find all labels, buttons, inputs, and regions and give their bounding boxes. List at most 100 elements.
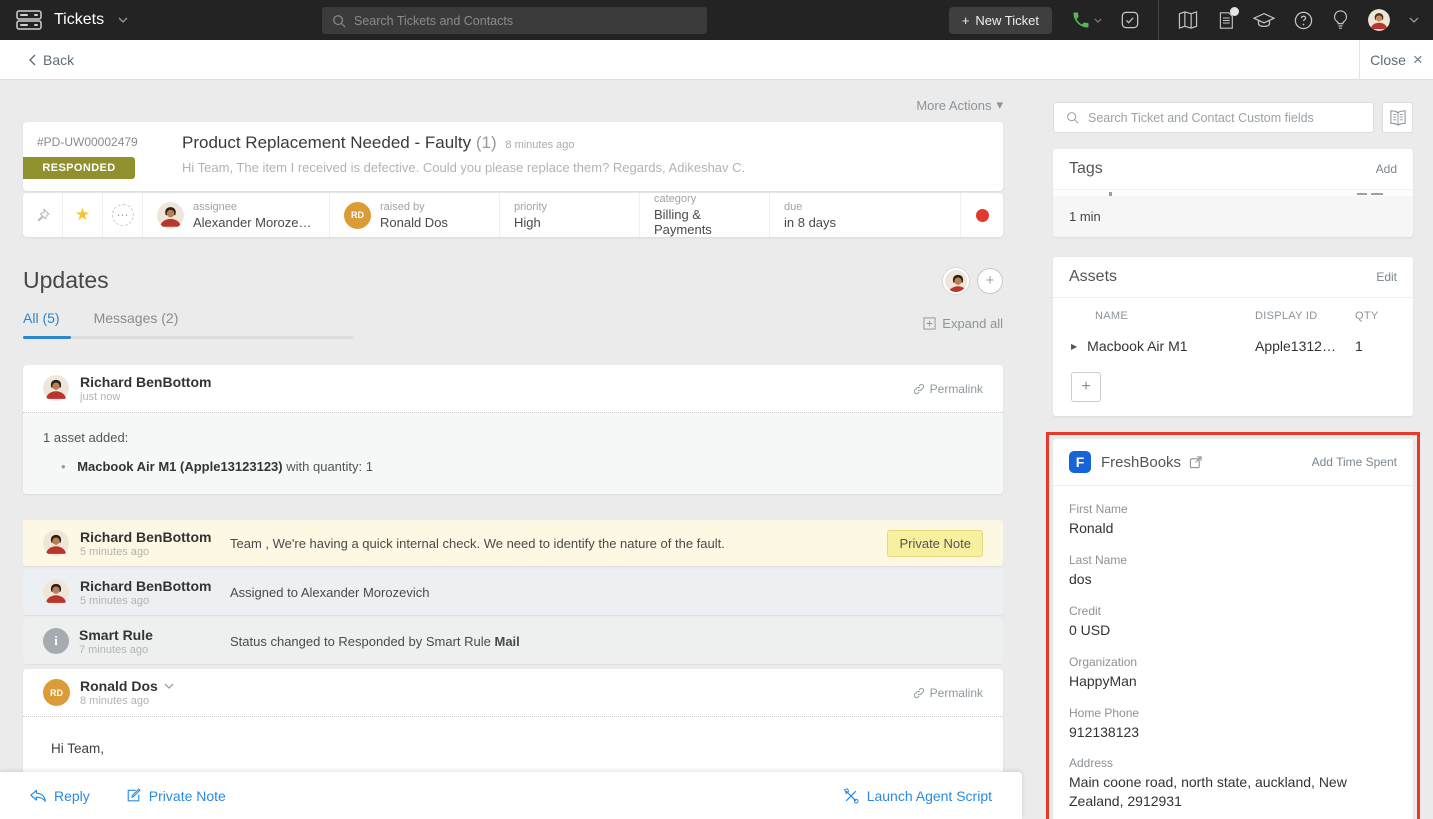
meta-more-button[interactable]: ⋯	[103, 193, 143, 237]
app-logo-icon[interactable]	[16, 10, 42, 30]
whats-new-icon[interactable]	[1217, 11, 1234, 30]
phone-icon[interactable]	[1071, 10, 1091, 30]
private-note-badge: Private Note	[887, 530, 983, 557]
link-icon	[913, 383, 925, 395]
field-home-phone: Home Phone 912138123	[1069, 706, 1397, 742]
field-last-name: Last Name dos	[1069, 553, 1397, 589]
freshbooks-logo: F	[1069, 451, 1091, 473]
sla-indicator	[961, 193, 1003, 237]
updates-heading: Updates	[23, 267, 109, 294]
ticket-summary-card: #PD-UW00002479 RESPONDED Product Replace…	[23, 122, 1003, 191]
asset-added-line: 1 asset added:	[43, 430, 983, 445]
assignee-field[interactable]: assignee Alexander Moroze…	[143, 193, 330, 237]
tags-card: Tags Add	[1053, 149, 1413, 196]
field-address: Address Main coone road, north state, au…	[1069, 756, 1397, 811]
ticket-sidebar: Tags Add 1 min Assets Edit NAME DISPLAY …	[1033, 80, 1433, 819]
raised-by-field[interactable]: RD raised by Ronald Dos	[330, 193, 500, 237]
assets-title: Assets	[1069, 268, 1117, 286]
asset-row[interactable]: ▶ Macbook Air M1 Apple1312… 1	[1053, 330, 1413, 362]
assigned-text: Assigned to Alexander Morozevich	[230, 585, 429, 600]
avatar	[43, 375, 70, 402]
ticket-meta-row: ★ ⋯ assignee Alexander Moroze… RD raised…	[23, 193, 1003, 237]
add-watcher-button[interactable]: +	[977, 268, 1003, 294]
assets-edit-button[interactable]: Edit	[1376, 270, 1397, 284]
global-search[interactable]	[322, 7, 707, 34]
more-actions-button[interactable]: More Actions ▾	[23, 92, 1003, 118]
chevron-down-icon[interactable]	[118, 17, 128, 23]
due-field[interactable]: due in 8 days	[770, 193, 961, 237]
timeline-entry-assigned[interactable]: Richard BenBottom 5 minutes ago Assigned…	[23, 569, 1003, 615]
entry-time: just now	[80, 391, 211, 403]
search-icon	[1066, 111, 1079, 124]
asset-display-id: Apple1312…	[1255, 338, 1355, 354]
module-switcher[interactable]: Tickets	[54, 11, 104, 29]
custom-fields-search[interactable]	[1053, 102, 1374, 133]
avatar	[43, 530, 70, 557]
add-asset-button[interactable]: +	[1071, 372, 1101, 402]
raised-by-avatar: RD	[344, 202, 371, 229]
assignee-avatar	[157, 202, 184, 229]
search-icon	[332, 14, 346, 28]
book-icon	[1389, 110, 1407, 126]
launch-agent-script-button[interactable]: Launch Agent Script	[843, 788, 992, 804]
caret-right-icon[interactable]: ▶	[1071, 342, 1077, 351]
tasks-icon[interactable]	[1121, 11, 1139, 29]
asset-name: Macbook Air M1	[1087, 338, 1187, 354]
status-badge: RESPONDED	[23, 157, 135, 179]
plus-icon: +	[1081, 378, 1090, 396]
asset-added-item: • Macbook Air M1 (Apple13123123) with qu…	[43, 459, 983, 474]
timeline-entry-status-change[interactable]: i Smart Rule 7 minutes ago Status change…	[23, 618, 1003, 664]
plus-icon: +	[962, 13, 970, 28]
status-change-text: Status changed to Responded by Smart Rul…	[230, 634, 520, 649]
permalink-button[interactable]: Permalink	[913, 686, 983, 700]
close-button[interactable]: Close ×	[1359, 40, 1433, 80]
tags-add-button[interactable]: Add	[1376, 162, 1397, 176]
permalink-button[interactable]: Permalink	[913, 382, 983, 396]
custom-fields-search-input[interactable]	[1088, 111, 1361, 125]
timeline-entry-private-note[interactable]: Richard BenBottom 5 minutes ago Team , W…	[23, 520, 1003, 566]
note-icon	[126, 788, 141, 803]
star-icon: ★	[75, 205, 90, 225]
freshbooks-title: FreshBooks	[1101, 454, 1181, 471]
watcher-avatar[interactable]	[943, 268, 969, 294]
ticket-excerpt: Hi Team, The item I received is defectiv…	[182, 160, 745, 175]
entry-author: Ronald Dos	[80, 678, 158, 694]
entry-author: Richard BenBottom	[80, 374, 211, 390]
tab-messages[interactable]: Messages (2)	[94, 310, 179, 326]
field-first-name: First Name Ronald	[1069, 502, 1397, 538]
expand-all-button[interactable]: Expand all	[923, 316, 1003, 339]
sla-value-row: 1 min	[1053, 196, 1413, 237]
star-button[interactable]: ★	[63, 193, 103, 237]
tab-all[interactable]: All (5)	[23, 310, 60, 326]
ticket-title: Product Replacement Needed - Faulty (1) …	[182, 133, 745, 153]
private-note-button[interactable]: Private Note	[126, 788, 226, 804]
close-icon: ×	[1413, 50, 1423, 70]
new-ticket-button[interactable]: + New Ticket	[949, 7, 1052, 34]
avatar: RD	[43, 679, 70, 706]
academy-icon[interactable]	[1253, 12, 1275, 29]
profile-chevron-icon[interactable]	[1409, 17, 1419, 23]
assets-card: Assets Edit NAME DISPLAY ID QTY ▶ Macboo…	[1053, 257, 1413, 416]
reply-button[interactable]: Reply	[30, 788, 90, 804]
freshbooks-card: F FreshBooks Add Time Spent First Name R…	[1053, 439, 1413, 819]
external-link-icon[interactable]	[1189, 456, 1202, 469]
top-nav: Tickets + New Ticket	[0, 0, 1433, 40]
bullet-icon: •	[61, 459, 66, 474]
user-avatar[interactable]	[1368, 9, 1390, 31]
category-field[interactable]: category Billing & Payments	[640, 193, 770, 237]
add-time-spent-button[interactable]: Add Time Spent	[1312, 455, 1397, 469]
help-icon[interactable]	[1294, 11, 1313, 30]
phone-chevron-icon[interactable]	[1094, 18, 1102, 23]
global-search-input[interactable]	[354, 14, 697, 28]
back-button[interactable]: Back	[0, 52, 74, 68]
sidebar-apps-button[interactable]	[1382, 102, 1413, 133]
pin-button[interactable]	[23, 193, 63, 237]
timeline-entry-asset-added: Richard BenBottom just now Permalink 1 a…	[23, 365, 1003, 494]
chevron-down-icon[interactable]	[164, 683, 174, 689]
knowledge-base-icon[interactable]	[1178, 11, 1198, 29]
ideas-icon[interactable]	[1332, 10, 1349, 30]
expand-icon	[923, 317, 936, 330]
annotation-highlight-box: F FreshBooks Add Time Spent First Name R…	[1046, 432, 1420, 819]
clipped-row	[1053, 189, 1413, 196]
priority-field[interactable]: priority High	[500, 193, 640, 237]
